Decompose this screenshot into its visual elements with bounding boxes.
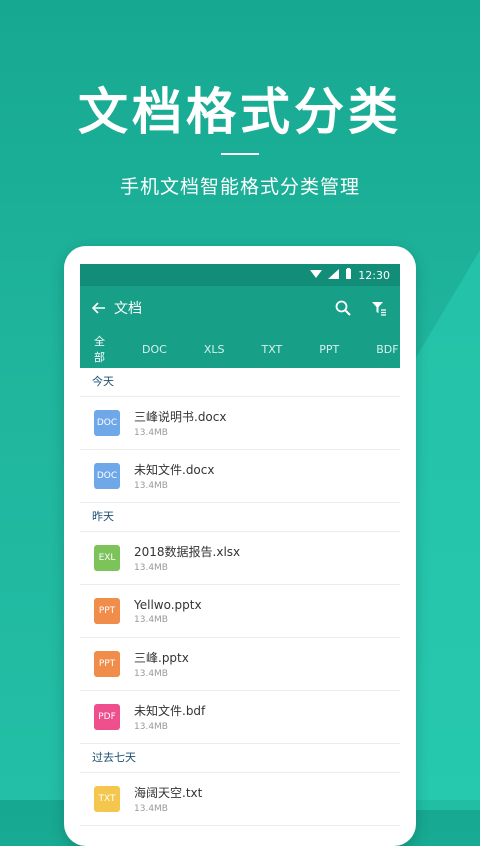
app-bar: 文档 bbox=[80, 286, 400, 330]
tab-xls[interactable]: XLS bbox=[200, 333, 229, 366]
section-header-yesterday: 昨天 bbox=[80, 503, 400, 532]
back-arrow-icon[interactable] bbox=[91, 299, 106, 318]
promo-divider bbox=[221, 153, 259, 155]
file-row[interactable]: PDF 未知文件.bdf 13.4MB bbox=[80, 691, 400, 744]
file-name: Yellwo.pptx bbox=[134, 597, 202, 612]
file-name: 未知文件.bdf bbox=[134, 704, 206, 718]
section-header-today: 今天 bbox=[80, 368, 400, 397]
file-row[interactable]: PPT Yellwo.pptx 13.4MB bbox=[80, 585, 400, 638]
excel-file-icon: EXL bbox=[94, 545, 120, 571]
battery-icon bbox=[345, 268, 352, 282]
file-row[interactable]: DOC 三峰说明书.docx 13.4MB bbox=[80, 397, 400, 450]
phone-screen: 12:30 文档 全部 DOC XLS TXT PPT BDF 今天 DOC 三… bbox=[80, 264, 400, 844]
wifi-icon bbox=[310, 269, 323, 282]
txt-file-icon: TXT bbox=[94, 786, 120, 812]
status-time: 12:30 bbox=[358, 268, 390, 282]
file-size: 13.4MB bbox=[134, 563, 168, 573]
file-size: 13.4MB bbox=[134, 804, 168, 814]
section-header-past-seven-days: 过去七天 bbox=[80, 744, 400, 773]
pdf-file-icon: PDF bbox=[94, 704, 120, 730]
phone-frame: 12:30 文档 全部 DOC XLS TXT PPT BDF 今天 DOC 三… bbox=[64, 246, 416, 846]
tab-txt[interactable]: TXT bbox=[257, 333, 286, 366]
promo-title: 文档格式分类 bbox=[78, 83, 402, 141]
file-name: 三峰.pptx bbox=[134, 651, 189, 665]
tab-all[interactable]: 全部 bbox=[90, 323, 109, 375]
ppt-file-icon: PPT bbox=[94, 651, 120, 677]
doc-file-icon: DOC bbox=[94, 463, 120, 489]
status-bar: 12:30 bbox=[80, 264, 400, 286]
file-row[interactable]: DOC 未知文件.docx 13.4MB bbox=[80, 450, 400, 503]
file-size: 13.4MB bbox=[134, 481, 168, 491]
file-size: 13.4MB bbox=[134, 428, 168, 438]
file-list: 今天 DOC 三峰说明书.docx 13.4MB DOC 未知文件.docx 1… bbox=[80, 368, 400, 826]
tab-doc[interactable]: DOC bbox=[138, 333, 171, 366]
signal-icon bbox=[328, 268, 340, 282]
app-bar-title: 文档 bbox=[114, 301, 142, 317]
file-size: 13.4MB bbox=[134, 722, 168, 732]
file-name: 海阔天空.txt bbox=[134, 786, 203, 800]
file-name: 2018数据报告.xlsx bbox=[134, 545, 241, 559]
file-type-tabs: 全部 DOC XLS TXT PPT BDF bbox=[80, 330, 400, 371]
file-name: 三峰说明书.docx bbox=[134, 410, 227, 424]
tab-ppt[interactable]: PPT bbox=[315, 333, 343, 366]
file-row[interactable]: PPT 三峰.pptx 13.4MB bbox=[80, 638, 400, 691]
tab-bdf[interactable]: BDF bbox=[372, 333, 400, 366]
doc-file-icon: DOC bbox=[94, 410, 120, 436]
filter-icon[interactable] bbox=[368, 297, 390, 319]
file-size: 13.4MB bbox=[134, 669, 168, 679]
file-name: 未知文件.docx bbox=[134, 463, 215, 477]
file-size: 13.4MB bbox=[134, 614, 168, 625]
search-icon[interactable] bbox=[332, 297, 354, 319]
promo-subtitle: 手机文档智能格式分类管理 bbox=[119, 176, 360, 198]
ppt-file-icon: PPT bbox=[94, 598, 120, 624]
file-row[interactable]: EXL 2018数据报告.xlsx 13.4MB bbox=[80, 532, 400, 585]
